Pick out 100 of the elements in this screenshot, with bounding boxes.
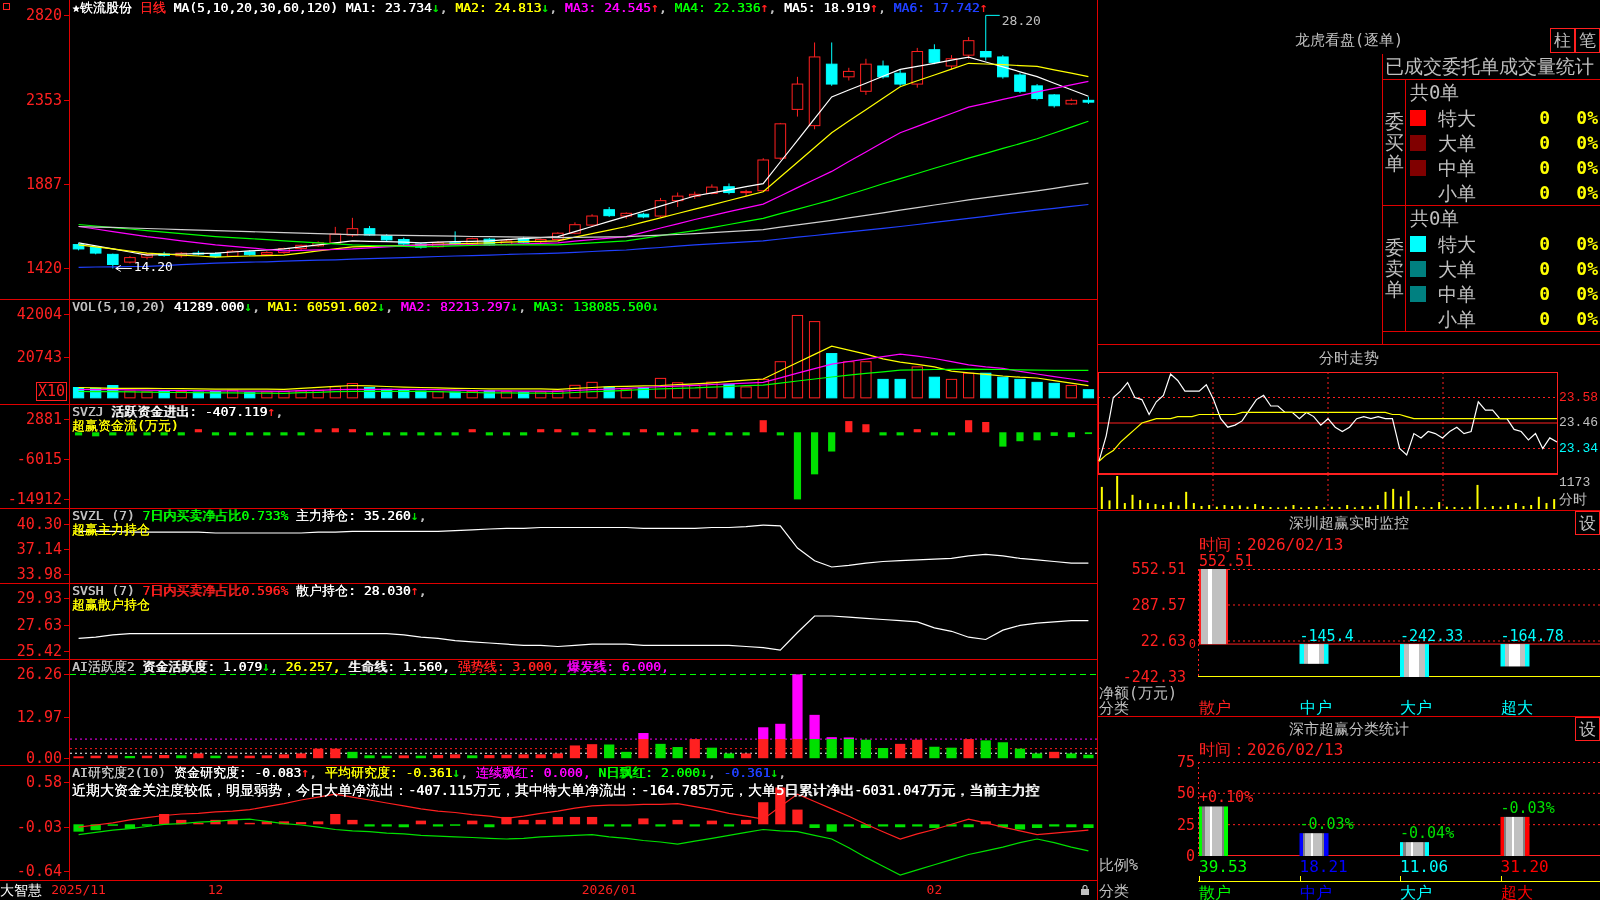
axis-tick-label: 25 (1176, 816, 1195, 833)
axis-tick-label: 26.26 (16, 666, 62, 683)
indicator-legend: AI活跃度2 资金活跃度: 1.079↓, 26.257, 生命线: 1.560, 强势线: 3.000, 爆发线: 6.000, (72, 660, 677, 674)
data-label: -145.4 (1299, 628, 1354, 645)
order-share: 0% (1575, 106, 1598, 129)
order-share: 0% (1575, 232, 1598, 255)
order-share: 0% (1575, 307, 1598, 330)
data-label: -242.33 (1400, 628, 1464, 645)
scale-label: X10 (35, 382, 67, 401)
timestamp-label: 时间：2026/02/13 (1199, 740, 1344, 759)
axis-tick-label: 29.93 (16, 590, 62, 607)
category-label: 散户 (1198, 884, 1231, 900)
value-label: 39.53 (1198, 858, 1248, 875)
category-label: 中户 (1298, 699, 1332, 716)
axis-tick-label: 42004 (16, 306, 62, 323)
category-label: 散户 (1198, 699, 1231, 716)
axis-tick-label: 23.46 (1559, 415, 1598, 431)
change-label: -0.03% (1299, 816, 1354, 833)
axis-date-label: 02 (926, 881, 943, 899)
group-label: 委卖单 (1384, 237, 1404, 300)
change-label: -0.03% (1500, 799, 1555, 816)
timestamp-label: 时间：2026/02/13 (1199, 535, 1344, 554)
axis-tick-label: 37.14 (16, 540, 62, 557)
axis-tick-label: 33.98 (16, 565, 62, 582)
axis-tick-label: -0.64 (16, 863, 62, 880)
indicator-legend: AI研究度2(10) 资金研究度: -0.083↑, 平均研究度: -0.361↓, 连续飘红: 0.000, N日飘红: 2.000↓, -0.361↓, (72, 766, 794, 780)
order-count: 0 (1538, 232, 1550, 255)
axis-title: 比例% (1099, 858, 1139, 873)
indicator-legend: 超赢资金流(万元) (72, 419, 187, 433)
indicator-legend: SVSH (7) 7日内买卖净占比0.596% 散户持仓: 28.030↑, (72, 584, 435, 598)
order-size-label: 大单 (1437, 131, 1477, 154)
axis-tick-label: 0.58 (25, 773, 62, 790)
order-count: 0 (1538, 156, 1550, 179)
axis-tick-label: 2881 (25, 411, 62, 428)
indicator-legend: ★铁流股份 日线 MA(5,10,20,30,60,120) MA1: 23.734↓, MA2: 24.813↓, MA3: 24.545↑, MA4: 22.336↑, MA5: 18.919↑, MA6: 17.742↑ (72, 1, 996, 15)
category-label: 超大 (1499, 699, 1533, 716)
axis-title: 分类 (1099, 884, 1129, 899)
axis-title: 分类 (1099, 701, 1129, 716)
panel-title: 深圳超赢实时监控 (1289, 513, 1409, 534)
order-size-label: 大单 (1437, 257, 1477, 280)
order-size-label: 中单 (1437, 282, 1477, 305)
order-count: 0 (1538, 257, 1550, 280)
axis-tick-label: 23.34 (1559, 440, 1598, 457)
axis-tick-label: 25.42 (16, 643, 62, 659)
axis-tick-label: 2820 (25, 7, 62, 24)
category-label: 大户 (1399, 699, 1432, 716)
indicator-legend: VOL(5,10,20) 41289.000↓, MA1: 60591.602↓, MA2: 82213.297↓, MA3: 138085.500↓ (72, 300, 667, 314)
axis-tick-label: 22.63 (1140, 633, 1186, 649)
axis-tick-label: 2353 (25, 91, 62, 108)
order-total: 共0单 (1410, 207, 1460, 229)
panel-title: 龙虎看盘(逐单) (1294, 30, 1404, 50)
axis-tick-label: -242.33 (1122, 669, 1186, 685)
axis-tick-label: -14912 (7, 491, 62, 507)
axis-tick-label: 0 (1185, 848, 1195, 864)
indicator-legend: 超赢散户持仓 (72, 598, 158, 612)
axis-date-label: 12 (207, 881, 224, 899)
axis-tick-label: 50 (1176, 785, 1195, 802)
axis-tick-label: 1420 (25, 260, 62, 277)
category-label: 中户 (1298, 884, 1332, 900)
axis-tick-label: 552.51 (1131, 561, 1186, 577)
category-label: 大户 (1399, 884, 1432, 900)
axis-tick-label: 287.57 (1131, 597, 1186, 613)
axis-tick-label: 75 (1176, 754, 1195, 770)
order-size-label: 中单 (1437, 156, 1477, 179)
order-size-label: 特大 (1437, 232, 1477, 255)
axis-tick-label: 40.30 (16, 515, 62, 532)
axis-tick-label: 27.63 (16, 617, 62, 634)
order-share: 0% (1575, 257, 1598, 280)
value-label: 11.06 (1399, 858, 1449, 875)
table-title: 已成交委托单成交量统计 (1383, 54, 1600, 80)
order-count: 0 (1538, 282, 1550, 305)
value-label: 31.20 (1499, 858, 1549, 875)
category-label: 超大 (1499, 884, 1533, 900)
order-size-label: 特大 (1437, 106, 1477, 129)
axis-tick-label: 1887 (25, 176, 62, 192)
zero-line-label: 0 (1188, 638, 1196, 652)
axis-tick-label: 0.00 (25, 750, 62, 767)
order-count: 0 (1538, 106, 1550, 129)
axis-tick-label: 23.58 (1559, 389, 1598, 406)
change-label: -0.04% (1400, 825, 1455, 842)
order-count: 0 (1538, 131, 1550, 154)
change-label: +0.10% (1199, 789, 1254, 806)
order-share: 0% (1575, 181, 1598, 204)
order-total: 共0单 (1410, 81, 1460, 103)
data-label: 552.51 (1199, 553, 1254, 569)
order-size-label: 小单 (1437, 181, 1477, 204)
axis-tick-label: -0.03 (16, 818, 62, 835)
volume-scale-label: 1173 (1559, 475, 1591, 491)
order-share: 0% (1575, 131, 1598, 154)
panel-title: 分时走势 (1319, 349, 1379, 367)
axis-title: 净额(万元) (1099, 686, 1178, 701)
panel-title: 深市超赢分类统计 (1289, 719, 1409, 740)
order-share: 0% (1575, 282, 1598, 305)
order-count: 0 (1538, 181, 1550, 204)
axis-date-label: 2025/11 (51, 881, 106, 899)
axis-tick-label: -6015 (16, 451, 62, 468)
axis-title: 分时 (1559, 491, 1587, 508)
order-size-label: 小单 (1437, 307, 1477, 330)
indicator-legend: SVZJ 活跃资金进出: -407.119↑, (72, 405, 291, 419)
axis-tick-label: 20743 (16, 348, 62, 365)
